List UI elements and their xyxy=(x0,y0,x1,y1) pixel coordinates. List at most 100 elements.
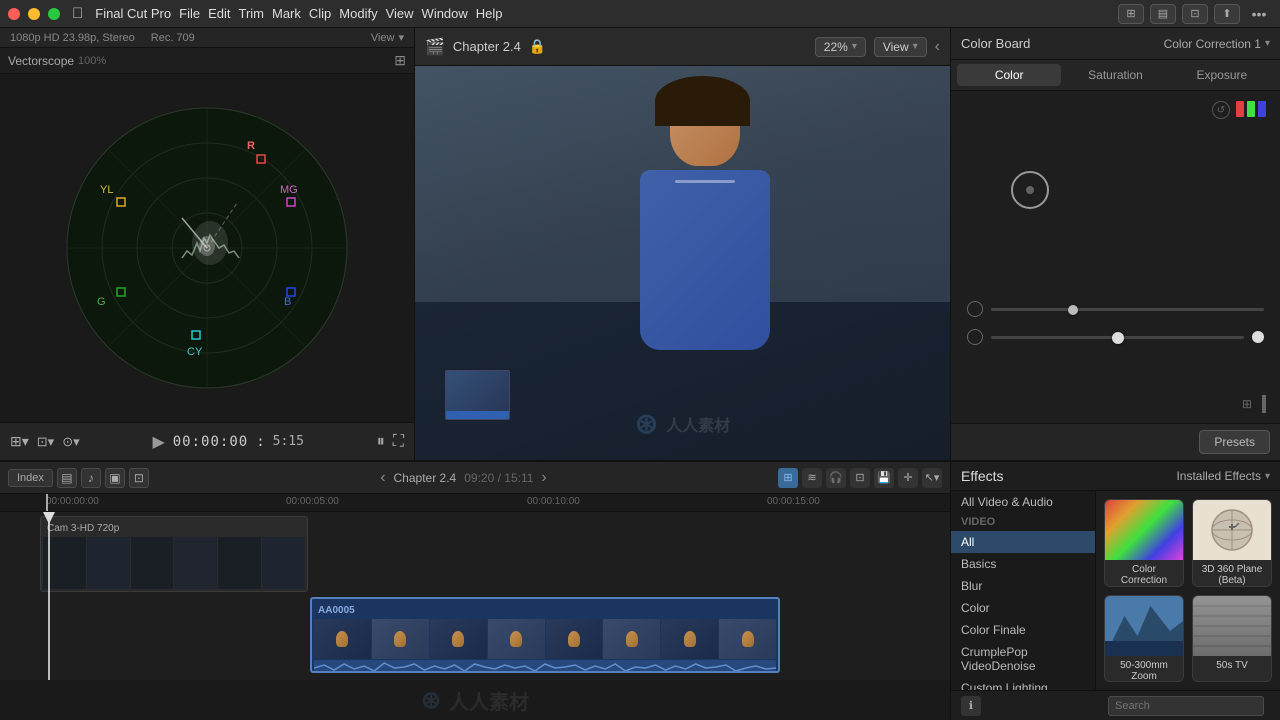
midtones-second-thumb[interactable] xyxy=(1252,331,1264,343)
color-correction-dropdown[interactable]: Color Correction 1 ▾ xyxy=(1164,37,1270,51)
timeline-prev-button[interactable]: ‹ xyxy=(380,469,385,487)
view-options-dropdown[interactable]: View ▾ xyxy=(874,37,927,57)
shadows-slider-thumb[interactable] xyxy=(1068,305,1078,315)
menu-trim[interactable]: Trim xyxy=(238,6,264,21)
close-button[interactable] xyxy=(8,8,20,20)
color-sliders xyxy=(951,291,1280,351)
index-button[interactable]: Index xyxy=(8,469,53,487)
vectorscope-title: Vectorscope xyxy=(8,54,74,68)
effects-cat-color[interactable]: Color xyxy=(951,597,1095,619)
timeline-next-button[interactable]: › xyxy=(541,469,546,487)
duration-display: 5:15 xyxy=(273,434,304,449)
filmstrip-2 xyxy=(312,619,778,659)
list-view-button[interactable]: ▤ xyxy=(1150,4,1176,24)
effects-cat-all-video-audio[interactable]: All Video & Audio xyxy=(951,491,1095,513)
effects-cat-custom-lighting[interactable]: Custom Lighting xyxy=(951,677,1095,690)
effects-cat-color-finale[interactable]: Color Finale xyxy=(951,619,1095,641)
installed-effects-dropdown[interactable]: Installed Effects ▾ xyxy=(1176,469,1270,483)
effect-thumb-tv xyxy=(1193,596,1271,656)
timeline-headphones-icon[interactable]: 🎧 xyxy=(826,468,846,488)
effects-cat-all[interactable]: All xyxy=(951,531,1095,553)
timeline-audio-wave-btn[interactable]: ≋ xyxy=(802,468,822,488)
menu-file[interactable]: File xyxy=(179,6,200,21)
color-space-label: Rec. 709 xyxy=(151,32,195,44)
menu-view[interactable]: View xyxy=(386,6,414,21)
effects-cat-crumplepop[interactable]: CrumplePop VideoDenoise xyxy=(951,641,1095,677)
effect-card-zoom[interactable]: 50-300mm Zoom xyxy=(1104,595,1184,683)
timeline-crosshair-btn[interactable]: ✛ xyxy=(898,468,918,488)
vectorscope-header: Vectorscope 100% ⊞ xyxy=(0,48,414,74)
bottom-section: Index ▤ ♪ ▣ ⊡ ‹ Chapter 2.4 09:20 / 15:1… xyxy=(0,460,1280,720)
shadows-radio-button[interactable] xyxy=(967,301,983,317)
timeline-transform-btn[interactable]: ⊡ xyxy=(129,468,149,488)
timeline-monitor-btn[interactable]: ⊡ xyxy=(850,468,870,488)
vectorscope-circle: R MG YL B G CY xyxy=(62,103,352,393)
effects-panel: Effects Installed Effects ▾ All Video & … xyxy=(950,460,1280,720)
effect-card-3d360[interactable]: 3D 360 Plane (Beta) xyxy=(1192,499,1272,587)
play-button[interactable]: ▶ xyxy=(152,432,164,452)
menu-window[interactable]: Window xyxy=(422,6,468,21)
view-dropdown[interactable]: View ▾ xyxy=(371,31,404,44)
track-clip-2[interactable]: AA0005 xyxy=(310,597,780,673)
timeline-clip-btn[interactable]: ▤ xyxy=(57,468,77,488)
timeline-save-btn[interactable]: 💾 xyxy=(874,468,894,488)
inspector-button[interactable]: ⊡ xyxy=(1182,4,1208,24)
info-bar: 1080p HD 23.98p, Stereo Rec. 709 View ▾ xyxy=(0,28,414,48)
back-nav-button[interactable]: ‹ xyxy=(935,38,940,56)
effect-card-color-correction[interactable]: Color Correction xyxy=(1104,499,1184,587)
color-adjustment-area: ↺ xyxy=(951,91,1280,423)
video-preview: ⊛ 人人素材 xyxy=(415,66,950,460)
midtones-radio-button[interactable] xyxy=(967,329,983,345)
tab-color[interactable]: Color xyxy=(957,64,1061,86)
camera-icon: 🎬 xyxy=(425,37,445,57)
timeline-video-btn[interactable]: ▣ xyxy=(105,468,125,488)
minimize-button[interactable] xyxy=(28,8,40,20)
tools-btn[interactable]: ⊞▾ xyxy=(10,433,29,450)
timeline-audio-btn[interactable]: ♪ xyxy=(81,468,101,488)
menu-edit[interactable]: Edit xyxy=(208,6,230,21)
share-button[interactable]: ⬆ xyxy=(1214,4,1240,24)
global-color-puck[interactable] xyxy=(1011,171,1049,209)
menu-mark[interactable]: Mark xyxy=(272,6,301,21)
snap-btn[interactable]: ⊡▾ xyxy=(37,434,54,450)
menu-help[interactable]: Help xyxy=(476,6,503,21)
filmstrip-frame xyxy=(43,537,86,589)
vectorscope-expand-icon[interactable]: ⊞ xyxy=(394,52,406,69)
maximize-button[interactable] xyxy=(48,8,60,20)
chapter-toolbar: 🎬 Chapter 2.4 🔒 22% ▾ View ▾ ‹ xyxy=(415,28,950,66)
timeline-blue-btn[interactable]: ⊞ xyxy=(778,468,798,488)
apple-logo-icon:  xyxy=(72,5,83,22)
track-row-1: Cam 3-HD 720p xyxy=(0,516,950,594)
tab-saturation[interactable]: Saturation xyxy=(1063,64,1167,86)
installed-effects-label: Installed Effects xyxy=(1176,469,1261,483)
fullscreen-button[interactable]: ⛶ xyxy=(393,433,404,451)
effects-search-input[interactable] xyxy=(1108,696,1264,716)
shadows-slider-track xyxy=(991,308,1264,311)
zoom-dropdown[interactable]: 22% ▾ xyxy=(815,37,866,57)
effect-card-tv[interactable]: 50s TV xyxy=(1192,595,1272,683)
svg-text:YL: YL xyxy=(100,184,113,196)
more-options-button[interactable]: ••• xyxy=(1246,4,1272,24)
menu-finalcutpro[interactable]: Final Cut Pro xyxy=(95,6,171,21)
effects-layout: All Video & Audio VIDEO All Basics Blur … xyxy=(951,491,1280,690)
menu-clip[interactable]: Clip xyxy=(309,6,331,21)
presets-button[interactable]: Presets xyxy=(1199,430,1270,454)
pause-button[interactable]: ⏸ xyxy=(377,433,385,451)
track-row-2: AA0005 xyxy=(0,597,950,675)
position-btn[interactable]: ⊙▾ xyxy=(62,434,79,450)
effects-info-button[interactable]: ℹ xyxy=(961,696,981,716)
view-options-chevron-icon: ▾ xyxy=(913,41,918,52)
timecode-display: 00:00:00 xyxy=(173,434,248,450)
effects-cat-blur[interactable]: Blur xyxy=(951,575,1095,597)
midtones-slider-track xyxy=(991,336,1244,339)
cursor-tool-btn[interactable]: ↖▾ xyxy=(922,468,942,488)
tab-exposure[interactable]: Exposure xyxy=(1170,64,1274,86)
color-grid-icon[interactable]: ⊞ xyxy=(1238,395,1256,413)
menu-modify[interactable]: Modify xyxy=(339,6,377,21)
grid-view-button[interactable]: ⊞ xyxy=(1118,4,1144,24)
color-pause-icon[interactable] xyxy=(1262,395,1266,413)
track-clip-1[interactable]: Cam 3-HD 720p xyxy=(40,516,308,592)
audio-waveform xyxy=(314,660,776,673)
effects-cat-basics[interactable]: Basics xyxy=(951,553,1095,575)
midtones-slider-thumb[interactable] xyxy=(1112,332,1124,344)
